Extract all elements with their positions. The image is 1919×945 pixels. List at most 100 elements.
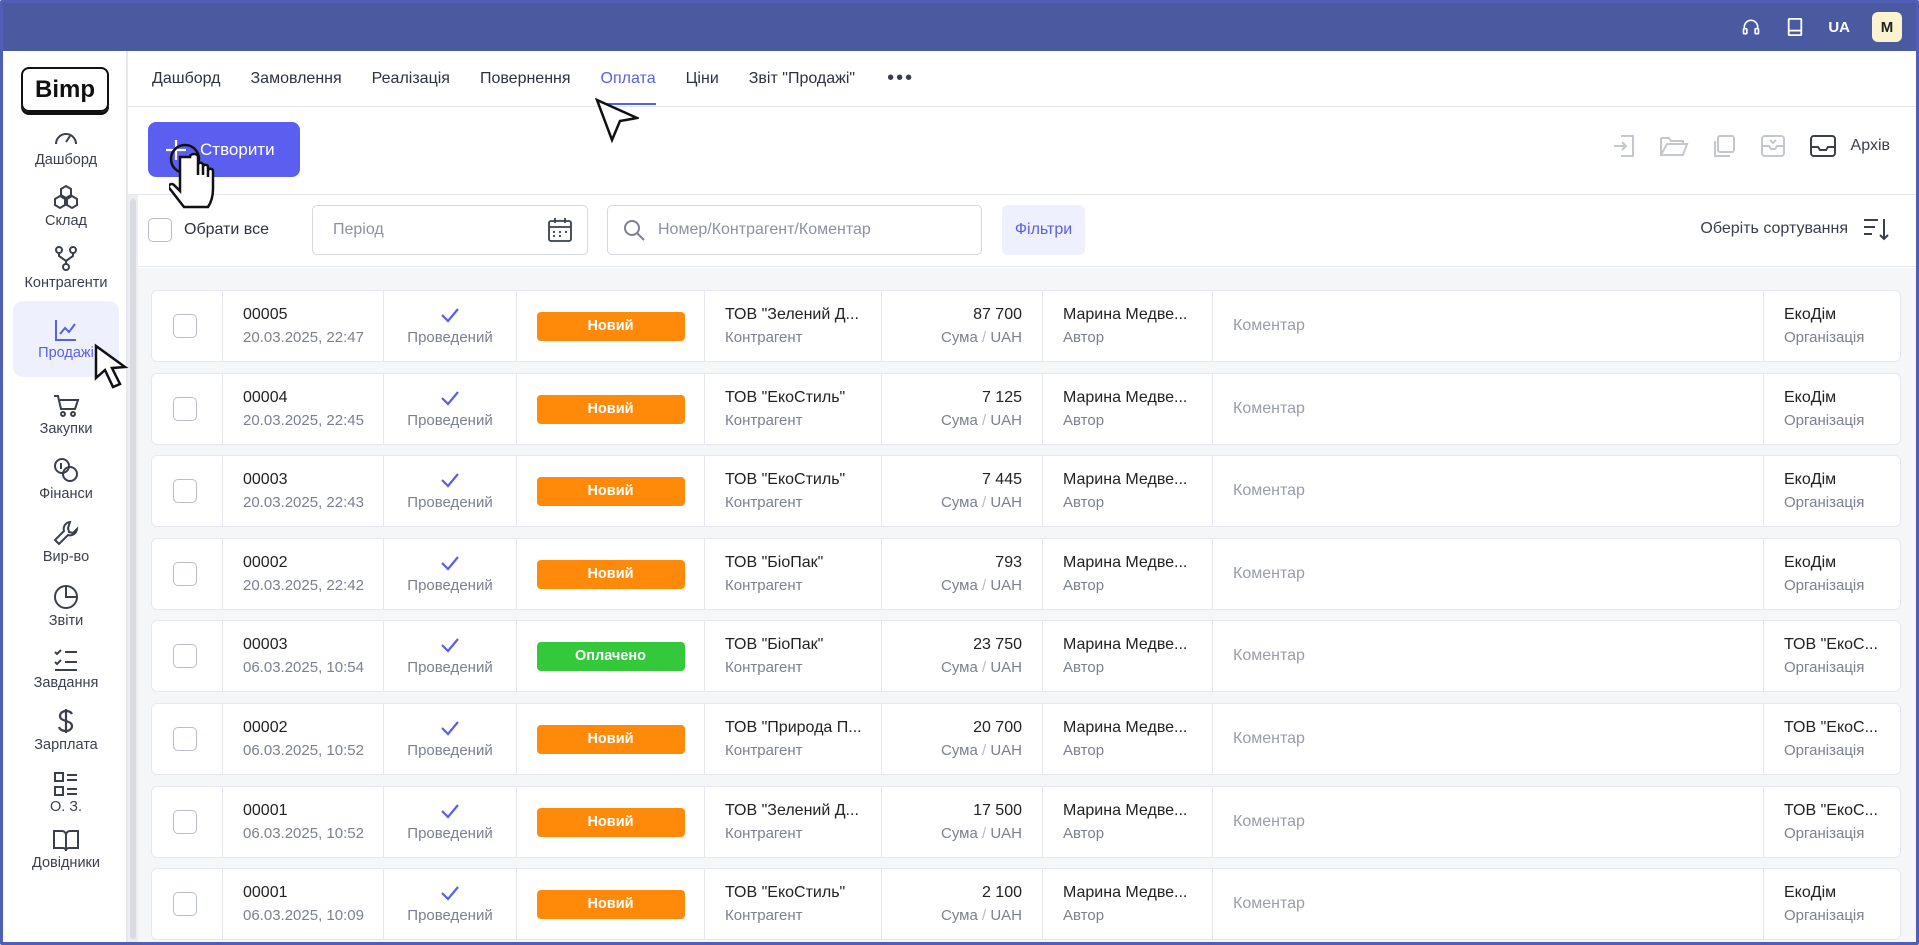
sidebar-item-reference[interactable]: Довідники <box>13 817 119 871</box>
sum-label: Сума / UAH <box>941 907 1022 924</box>
sum-caption: Сума <box>940 659 978 676</box>
sum-value: 7 445 <box>981 471 1022 488</box>
sum-caption: Сума <box>940 907 978 924</box>
author-name: Марина Медве... <box>1063 719 1188 736</box>
comment-cell[interactable]: Коментар <box>1213 704 1764 774</box>
table-row[interactable]: 00004 20.03.2025, 22:45 Проведений Новий ТОВ… <box>151 373 1901 445</box>
top-bar: UA M <box>3 3 1916 51</box>
doc-date: 20.03.2025, 22:45 <box>243 412 364 429</box>
scrollbar-thumb[interactable] <box>130 199 136 939</box>
sort-button[interactable]: Оберіть сортування <box>1700 217 1890 241</box>
counterparty-name[interactable]: ТОВ "БіоПак" <box>725 636 881 654</box>
sidebar-item-reports[interactable]: Звіти <box>13 571 119 629</box>
currency-label: UAH <box>990 412 1022 429</box>
book-icon[interactable] <box>1784 16 1806 38</box>
comment-cell[interactable]: Коментар <box>1213 291 1764 361</box>
organization-name: ТОВ "ЕкоС... <box>1784 636 1878 653</box>
author-label: Автор <box>1063 825 1105 842</box>
author-cell: Марина Медве... Автор <box>1043 704 1213 774</box>
separator: / <box>981 907 987 924</box>
more-tabs-icon[interactable]: ••• <box>887 51 914 107</box>
table-row[interactable]: 00005 20.03.2025, 22:47 Проведений Новий ТОВ… <box>151 290 1901 362</box>
sidebar-item-tasks[interactable]: Завдання <box>13 636 119 691</box>
row-checkbox[interactable] <box>173 314 197 338</box>
sum-label: Сума / UAH <box>941 329 1022 346</box>
row-checkbox[interactable] <box>173 810 197 834</box>
currency-label: UAH <box>990 907 1022 924</box>
tab-orders[interactable]: Замовлення <box>251 51 342 107</box>
currency-label: UAH <box>990 825 1022 842</box>
period-input[interactable]: Період <box>312 205 588 255</box>
doc-number: 00001 <box>243 884 288 901</box>
table-row[interactable]: 00003 06.03.2025, 10:54 Проведений Оплачено… <box>151 620 1901 692</box>
status-label: Проведений <box>407 493 493 511</box>
status-badge: Новий <box>536 559 685 589</box>
status-badge: Новий <box>536 807 685 837</box>
counterparty-name[interactable]: ТОВ "Зелений Д... <box>725 306 881 324</box>
organization-name: ЕкоДім <box>1784 389 1837 406</box>
language-switch[interactable]: UA <box>1828 19 1850 36</box>
row-checkbox[interactable] <box>173 479 197 503</box>
table-row[interactable]: 00001 06.03.2025, 10:52 Проведений Новий ТОВ… <box>151 786 1901 858</box>
row-checkbox[interactable] <box>173 562 197 586</box>
row-checkbox[interactable] <box>173 892 197 916</box>
counterparty-name[interactable]: ТОВ "ЕкоСтиль" <box>725 389 881 407</box>
author-name: Марина Медве... <box>1063 554 1188 571</box>
counterparty-name[interactable]: ТОВ "БіоПак" <box>725 554 881 572</box>
sidebar-item-production[interactable]: Вир-во <box>13 507 119 565</box>
row-checkbox[interactable] <box>173 397 197 421</box>
tab-sales-report[interactable]: Звіт "Продажі" <box>749 51 855 107</box>
table-row[interactable]: 00001 06.03.2025, 10:09 Проведений Новий ТОВ… <box>151 868 1901 940</box>
counterparty-name[interactable]: ТОВ "Зелений Д... <box>725 802 881 820</box>
tab-realization[interactable]: Реалізація <box>372 51 450 107</box>
row-checkbox[interactable] <box>173 644 197 668</box>
calendar-icon[interactable] <box>547 217 573 243</box>
table-row[interactable]: 00002 06.03.2025, 10:52 Проведений Новий ТОВ… <box>151 703 1901 775</box>
sidebar-item-dashboard[interactable]: Дашборд <box>13 116 119 168</box>
organization-name: ТОВ "ЕкоС... <box>1784 719 1878 736</box>
tab-prices[interactable]: Ціни <box>686 51 719 107</box>
sidebar-item-salary[interactable]: Зарплата <box>13 697 119 753</box>
counterparty-name[interactable]: ТОВ "ЕкоСтиль" <box>725 471 881 489</box>
search-input[interactable]: Номер/Контрагент/Коментар <box>607 205 982 255</box>
archive-box-icon[interactable] <box>1759 133 1787 159</box>
row-checkbox-cell <box>152 787 223 857</box>
row-checkbox[interactable] <box>173 727 197 751</box>
search-icon <box>624 220 645 241</box>
counterparty-name[interactable]: ТОВ "Природа П... <box>725 719 881 737</box>
sidebar-item-contractors[interactable]: Контрагенти <box>13 237 119 291</box>
doc-number: 00003 <box>243 636 288 653</box>
sidebar-item-warehouse[interactable]: Склад <box>13 173 119 229</box>
table-row[interactable]: 00002 20.03.2025, 22:42 Проведений Новий ТОВ… <box>151 538 1901 610</box>
counterparty-name[interactable]: ТОВ "ЕкоСтиль" <box>725 884 881 902</box>
comment-cell[interactable]: Коментар <box>1213 787 1764 857</box>
avatar[interactable]: M <box>1872 12 1902 42</box>
sidebar-item-label: Продажі <box>38 345 94 361</box>
sum-cell: 2 100 Сума / UAH <box>882 869 1043 939</box>
status-badge: Новий <box>536 724 685 754</box>
import-icon[interactable] <box>1611 133 1637 159</box>
tab-dashboard[interactable]: Дашборд <box>152 51 221 107</box>
filters-button[interactable]: Фільтри <box>1002 205 1085 255</box>
archive-button[interactable]: Архів <box>1809 134 1890 158</box>
comment-cell[interactable]: Коментар <box>1213 539 1764 609</box>
sum-label: Сума / UAH <box>941 659 1022 676</box>
comment-cell[interactable]: Коментар <box>1213 374 1764 444</box>
table-row[interactable]: 00003 20.03.2025, 22:43 Проведений Новий ТОВ… <box>151 455 1901 527</box>
logo[interactable]: Bimp <box>21 67 109 112</box>
comment-cell[interactable]: Коментар <box>1213 869 1764 939</box>
tab-returns[interactable]: Повернення <box>480 51 571 107</box>
doc-date: 06.03.2025, 10:52 <box>243 825 364 842</box>
folder-open-icon[interactable] <box>1659 134 1689 158</box>
badge-cell: Новий <box>517 374 705 444</box>
organization-label: Організація <box>1784 742 1865 759</box>
comment-cell[interactable]: Коментар <box>1213 456 1764 526</box>
sidebar-item-finance[interactable]: Фінанси <box>13 445 119 502</box>
sidebar-item-fixed-assets[interactable]: О. З. <box>13 759 119 815</box>
author-name: Марина Медве... <box>1063 884 1188 901</box>
check-icon <box>441 555 459 571</box>
copy-icon[interactable] <box>1711 133 1737 159</box>
currency-label: UAH <box>990 494 1022 511</box>
comment-cell[interactable]: Коментар <box>1213 621 1764 691</box>
headset-icon[interactable] <box>1740 16 1762 38</box>
